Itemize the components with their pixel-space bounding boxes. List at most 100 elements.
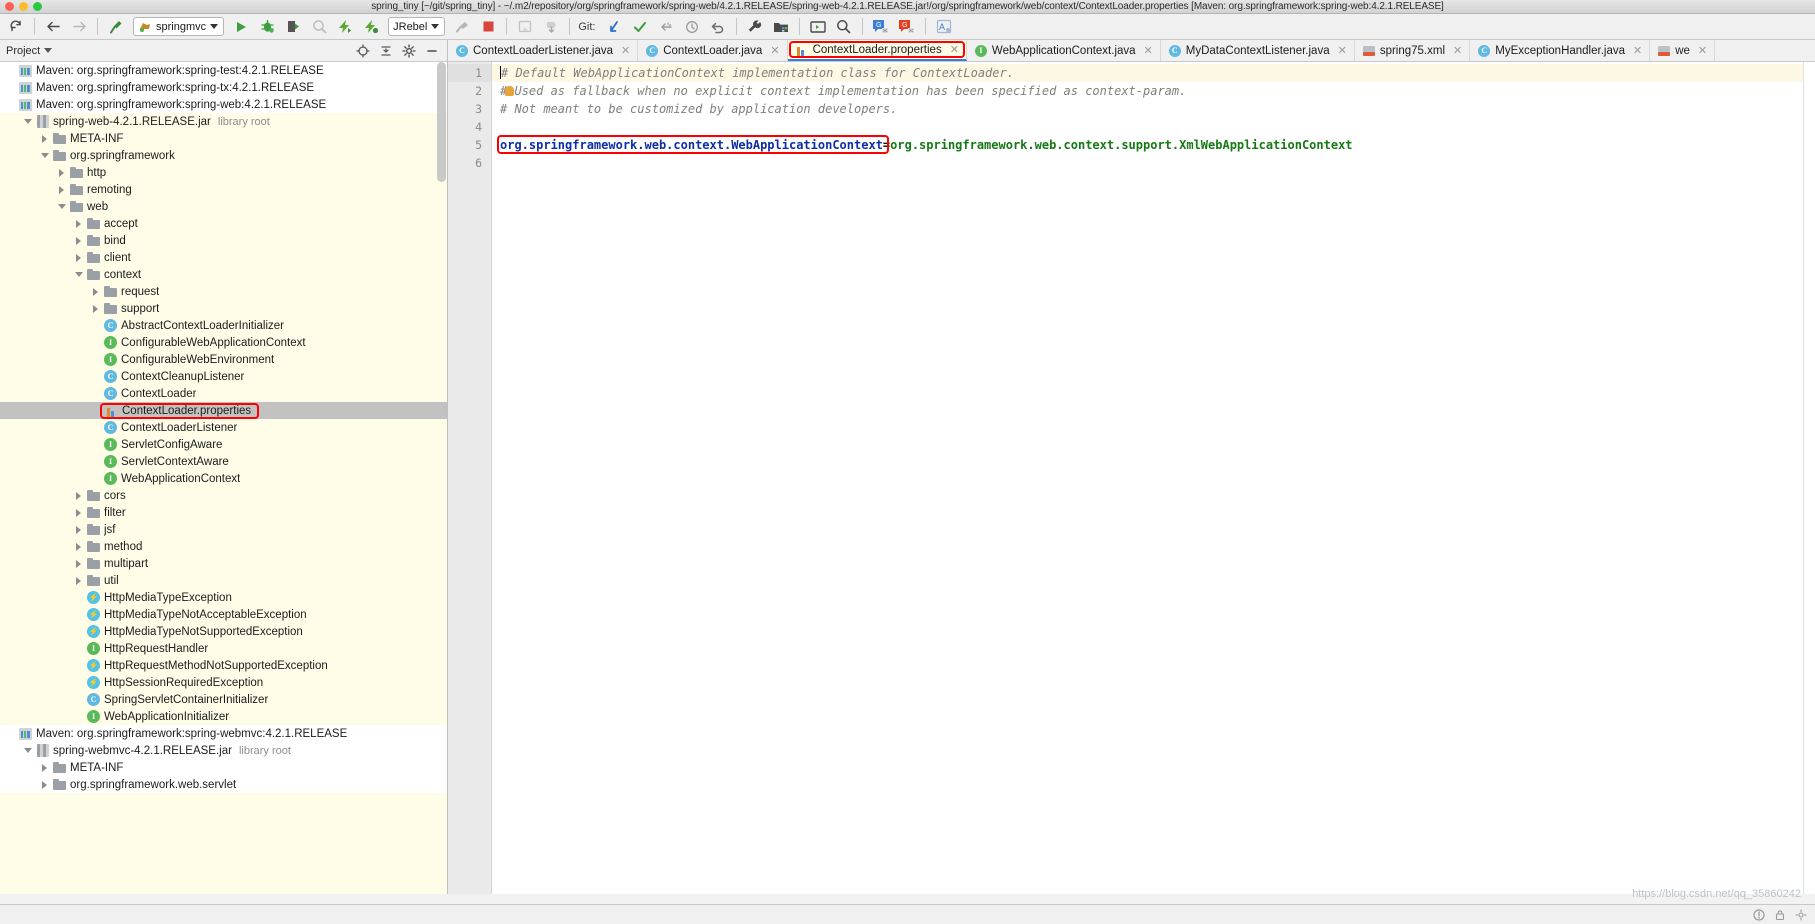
- chevron-down-icon[interactable]: [21, 119, 34, 124]
- close-icon[interactable]: ✕: [950, 43, 959, 56]
- chevron-down-icon[interactable]: [55, 204, 68, 209]
- tree-node[interactable]: remoting: [0, 181, 447, 198]
- tree-node[interactable]: ⚡ HttpSessionRequiredException: [0, 674, 447, 691]
- chevron-down-icon[interactable]: [21, 748, 34, 753]
- collapse-all-icon[interactable]: [376, 42, 395, 60]
- close-icon[interactable]: ✕: [1338, 44, 1347, 57]
- profile-icon[interactable]: [307, 16, 331, 38]
- vcs-commit-icon[interactable]: [628, 16, 652, 38]
- deploy-icon[interactable]: [450, 16, 474, 38]
- sync-icon[interactable]: [4, 16, 28, 38]
- font-tool-icon[interactable]: A: [932, 16, 956, 38]
- translate-blue-icon[interactable]: G: [869, 16, 893, 38]
- chevron-right-icon[interactable]: [72, 254, 85, 262]
- rerun-icon[interactable]: [539, 16, 563, 38]
- jrebel-debug-icon[interactable]: [359, 16, 383, 38]
- vcs-history-icon[interactable]: [680, 16, 704, 38]
- jrebel-run-icon[interactable]: [333, 16, 357, 38]
- debug-icon[interactable]: [255, 16, 279, 38]
- tree-node[interactable]: request: [0, 283, 447, 300]
- tree-node[interactable]: Maven: org.springframework:spring-tx:4.2…: [0, 79, 447, 96]
- gear-icon[interactable]: [399, 42, 418, 60]
- tree-node[interactable]: Maven: org.springframework:spring-web:4.…: [0, 96, 447, 113]
- stop-icon[interactable]: [476, 16, 500, 38]
- tree-node[interactable]: method: [0, 538, 447, 555]
- tree-node[interactable]: C ContextCleanupListener: [0, 368, 447, 385]
- close-window-button[interactable]: [5, 2, 14, 11]
- chevron-right-icon[interactable]: [72, 577, 85, 585]
- chevron-right-icon[interactable]: [38, 135, 51, 143]
- tree-node[interactable]: C ContextLoader: [0, 385, 447, 402]
- chevron-right-icon[interactable]: [89, 305, 102, 313]
- tree-node[interactable]: ⚡ HttpMediaTypeNotSupportedException: [0, 623, 447, 640]
- chevron-right-icon[interactable]: [72, 526, 85, 534]
- close-icon[interactable]: ✕: [621, 44, 630, 57]
- chevron-right-icon[interactable]: [38, 764, 51, 772]
- code-line[interactable]: # Default WebApplicationContext implemen…: [492, 64, 1803, 82]
- chevron-down-icon[interactable]: [210, 24, 219, 29]
- close-icon[interactable]: ✕: [1633, 44, 1642, 57]
- close-icon[interactable]: ✕: [1698, 44, 1707, 57]
- tree-node[interactable]: filter: [0, 504, 447, 521]
- tree-node[interactable]: C ContextLoaderListener: [0, 419, 447, 436]
- chevron-right-icon[interactable]: [72, 543, 85, 551]
- vcs-update-icon[interactable]: [602, 16, 626, 38]
- tree-node[interactable]: Maven: org.springframework:spring-test:4…: [0, 62, 447, 79]
- tree-node[interactable]: C AbstractContextLoaderInitializer: [0, 317, 447, 334]
- build-hammer-icon[interactable]: [104, 16, 128, 38]
- tree-node[interactable]: spring-web-4.2.1.RELEASE.jar library root: [0, 113, 447, 130]
- chevron-right-icon[interactable]: [72, 237, 85, 245]
- terminal-icon[interactable]: [806, 16, 830, 38]
- run-icon[interactable]: [229, 16, 253, 38]
- chevron-right-icon[interactable]: [55, 186, 68, 194]
- tree-node[interactable]: org.springframework.web.servlet: [0, 776, 447, 793]
- vcs-push-icon[interactable]: [654, 16, 678, 38]
- close-icon[interactable]: ✕: [770, 44, 779, 57]
- chevron-right-icon[interactable]: [72, 560, 85, 568]
- code-line-blank[interactable]: [500, 154, 1803, 172]
- close-icon[interactable]: ✕: [1453, 44, 1462, 57]
- tree-scrollbar[interactable]: [437, 62, 446, 182]
- tree-node[interactable]: Maven: org.springframework:spring-webmvc…: [0, 725, 447, 742]
- gear-icon[interactable]: [1794, 908, 1807, 921]
- tree-node[interactable]: ⚡ HttpMediaTypeException: [0, 589, 447, 606]
- editor-tab[interactable]: C ContextLoader.java ✕: [638, 40, 788, 61]
- editor-scroll-strip[interactable]: [1803, 62, 1815, 894]
- forward-arrow-icon[interactable]: [67, 16, 91, 38]
- editor-code[interactable]: # Default WebApplicationContext implemen…: [492, 62, 1803, 894]
- tree-node[interactable]: ⚡ HttpMediaTypeNotAcceptableException: [0, 606, 447, 623]
- run-with-coverage-icon[interactable]: [281, 16, 305, 38]
- tree-node[interactable]: web: [0, 198, 447, 215]
- tree-node[interactable]: C SpringServletContainerInitializer: [0, 691, 447, 708]
- editor-tab[interactable]: C MyExceptionHandler.java ✕: [1470, 40, 1651, 61]
- chevron-right-icon[interactable]: [72, 509, 85, 517]
- code-line[interactable]: org.springframework.web.context.WebAppli…: [500, 136, 1803, 154]
- chevron-down-icon[interactable]: [72, 272, 85, 277]
- tree-node[interactable]: spring-webmvc-4.2.1.RELEASE.jar library r…: [0, 742, 447, 759]
- tree-node[interactable]: org.springframework: [0, 147, 447, 164]
- vcs-revert-icon[interactable]: [706, 16, 730, 38]
- locate-target-icon[interactable]: [353, 42, 372, 60]
- tree-node[interactable]: I HttpRequestHandler: [0, 640, 447, 657]
- tree-node[interactable]: I ConfigurableWebEnvironment: [0, 351, 447, 368]
- close-icon[interactable]: ✕: [1144, 44, 1153, 57]
- tree-node-selected[interactable]: ContextLoader.properties: [0, 402, 447, 419]
- tree-node[interactable]: multipart: [0, 555, 447, 572]
- intention-bulb-icon[interactable]: [505, 86, 514, 96]
- editor-tab[interactable]: I WebApplicationContext.java ✕: [966, 40, 1161, 61]
- tree-node[interactable]: context: [0, 266, 447, 283]
- tree-node[interactable]: support: [0, 300, 447, 317]
- chevron-down-icon[interactable]: [44, 48, 53, 53]
- chevron-right-icon[interactable]: [89, 288, 102, 296]
- chevron-right-icon[interactable]: [72, 220, 85, 228]
- run-configuration-selector[interactable]: springmvc: [133, 17, 225, 36]
- tree-node[interactable]: bind: [0, 232, 447, 249]
- code-line-blank[interactable]: [500, 118, 1803, 136]
- code-line[interactable]: # Used as fallback when no explicit cont…: [500, 82, 1803, 100]
- wrench-settings-icon[interactable]: [743, 16, 767, 38]
- tree-node[interactable]: client: [0, 249, 447, 266]
- tree-node[interactable]: ⚡ HttpRequestMethodNotSupportedException: [0, 657, 447, 674]
- chevron-down-icon[interactable]: [431, 24, 440, 29]
- tree-node[interactable]: META-INF: [0, 130, 447, 147]
- chevron-down-icon[interactable]: [38, 153, 51, 158]
